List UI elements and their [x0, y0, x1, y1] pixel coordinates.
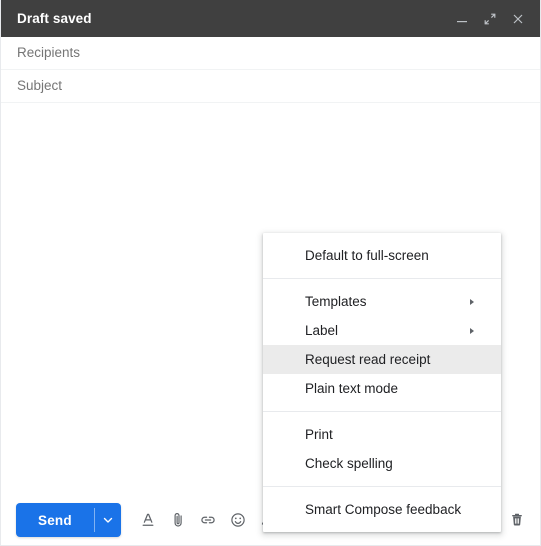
menu-item-print[interactable]: Print	[263, 420, 501, 449]
menu-separator	[263, 486, 501, 487]
more-options-menu: Default to full-screen Templates Label Requ…	[263, 233, 501, 532]
compose-header: Draft saved	[1, 0, 540, 37]
menu-item-label: Templates	[305, 294, 367, 309]
menu-item-label: Request read receipt	[305, 352, 431, 367]
trash-icon[interactable]	[503, 506, 531, 534]
compose-title: Draft saved	[17, 11, 92, 26]
close-button[interactable]	[505, 6, 531, 32]
subject-row[interactable]	[1, 70, 540, 103]
send-button[interactable]: Send	[16, 503, 94, 537]
menu-item-check-spelling[interactable]: Check spelling	[263, 449, 501, 478]
recipients-row[interactable]	[1, 37, 540, 70]
compose-window: Draft saved Recipients Subject Default t…	[0, 0, 541, 546]
menu-item-plain-text-mode[interactable]: Plain text mode	[263, 374, 501, 403]
formatting-options-icon[interactable]	[134, 506, 162, 534]
fullscreen-button[interactable]	[477, 6, 503, 32]
menu-item-label: Label	[305, 323, 339, 338]
send-button-group: Send	[16, 503, 121, 537]
menu-item-default-to-full-screen[interactable]: Default to full-screen	[263, 241, 501, 270]
recipients-input[interactable]	[1, 37, 540, 69]
menu-separator	[263, 278, 501, 279]
menu-item-label: Smart Compose feedback	[305, 502, 462, 517]
menu-item-smart-compose-feedback[interactable]: Smart Compose feedback	[263, 495, 501, 524]
menu-item-label: Default to full-screen	[305, 248, 429, 263]
minimize-button[interactable]	[449, 6, 475, 32]
menu-item-label: Check spelling	[305, 456, 393, 471]
subject-input[interactable]	[1, 70, 540, 102]
send-options-dropdown[interactable]	[95, 503, 121, 537]
menu-separator	[263, 411, 501, 412]
attach-file-icon[interactable]	[164, 506, 192, 534]
menu-item-label: Print	[305, 427, 333, 442]
submenu-arrow-icon	[470, 327, 474, 334]
insert-link-icon[interactable]	[194, 506, 222, 534]
menu-item-label[interactable]: Label	[263, 316, 501, 345]
menu-item-label: Plain text mode	[305, 381, 399, 396]
insert-emoji-icon[interactable]	[224, 506, 252, 534]
submenu-arrow-icon	[470, 298, 474, 305]
menu-item-request-read-receipt[interactable]: Request read receipt	[263, 345, 501, 374]
window-controls	[449, 6, 531, 32]
menu-item-templates[interactable]: Templates	[263, 287, 501, 316]
